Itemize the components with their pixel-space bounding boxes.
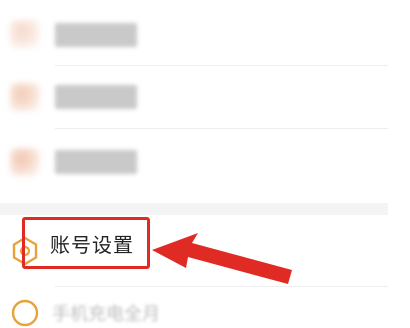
divider bbox=[55, 286, 388, 287]
partial-menu-label: 手机充电全月 bbox=[52, 304, 160, 325]
red-arrow-annotation bbox=[152, 233, 292, 284]
partial-icon bbox=[11, 299, 39, 327]
settings-menu: 账号设置 手机充电全月 bbox=[0, 0, 410, 327]
